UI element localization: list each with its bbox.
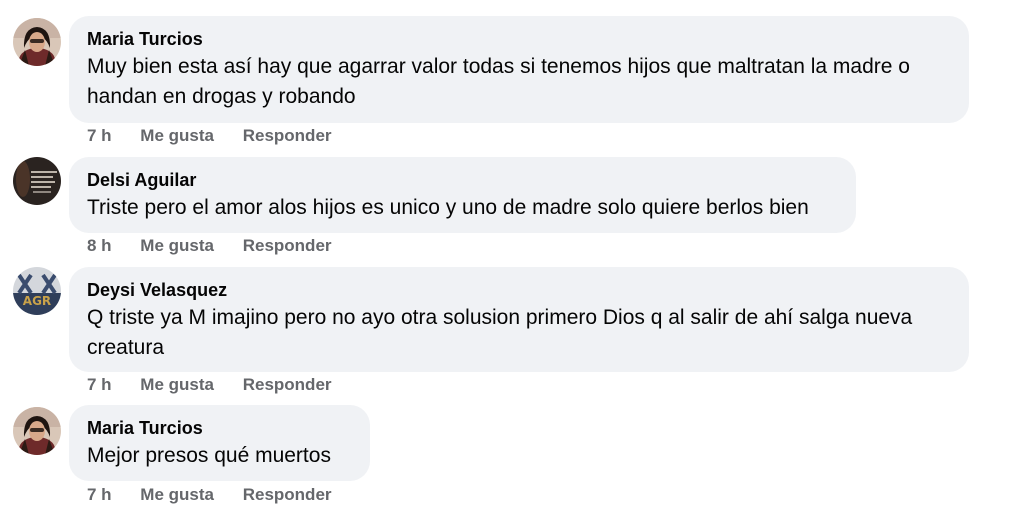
like-button[interactable]: Me gusta (140, 375, 214, 395)
reply-button[interactable]: Responder (243, 375, 332, 395)
like-button[interactable]: Me gusta (140, 236, 214, 256)
comment-author[interactable]: Maria Turcios (87, 417, 352, 439)
comment-author[interactable]: Deysi Velasquez (87, 279, 951, 301)
avatar[interactable]: AGR (13, 267, 61, 315)
avatar[interactable] (13, 157, 61, 205)
comment-bubble: Delsi Aguilar Triste pero el amor alos h… (69, 157, 856, 233)
comment-actions: 7 h Me gusta Responder (87, 126, 332, 146)
like-button[interactable]: Me gusta (140, 485, 214, 505)
comment-actions: 7 h Me gusta Responder (87, 485, 332, 505)
comment-bubble: Maria Turcios Mejor presos qué muertos (69, 405, 370, 481)
comment-author[interactable]: Delsi Aguilar (87, 169, 838, 191)
comment-text: Triste pero el amor alos hijos es unico … (87, 196, 809, 219)
comment-text: Q triste ya M imajino pero no ayo otra s… (87, 306, 913, 359)
svg-text:AGR: AGR (23, 294, 51, 308)
reply-button[interactable]: Responder (243, 126, 332, 146)
avatar[interactable] (13, 18, 61, 66)
avatar[interactable] (13, 407, 61, 455)
comment-author[interactable]: Maria Turcios (87, 28, 951, 50)
reply-button[interactable]: Responder (243, 485, 332, 505)
comment-timestamp[interactable]: 8 h (87, 236, 112, 256)
comment-actions: 7 h Me gusta Responder (87, 375, 332, 395)
comment-text: Mejor presos qué muertos (87, 444, 331, 467)
comment-timestamp[interactable]: 7 h (87, 375, 112, 395)
comment-timestamp[interactable]: 7 h (87, 485, 112, 505)
comment-actions: 8 h Me gusta Responder (87, 236, 332, 256)
reply-button[interactable]: Responder (243, 236, 332, 256)
comment-timestamp[interactable]: 7 h (87, 126, 112, 146)
like-button[interactable]: Me gusta (140, 126, 214, 146)
comment-text: Muy bien esta así hay que agarrar valor … (87, 55, 910, 108)
comment-bubble: Deysi Velasquez Q triste ya M imajino pe… (69, 267, 969, 372)
comment-bubble: Maria Turcios Muy bien esta así hay que … (69, 16, 969, 123)
